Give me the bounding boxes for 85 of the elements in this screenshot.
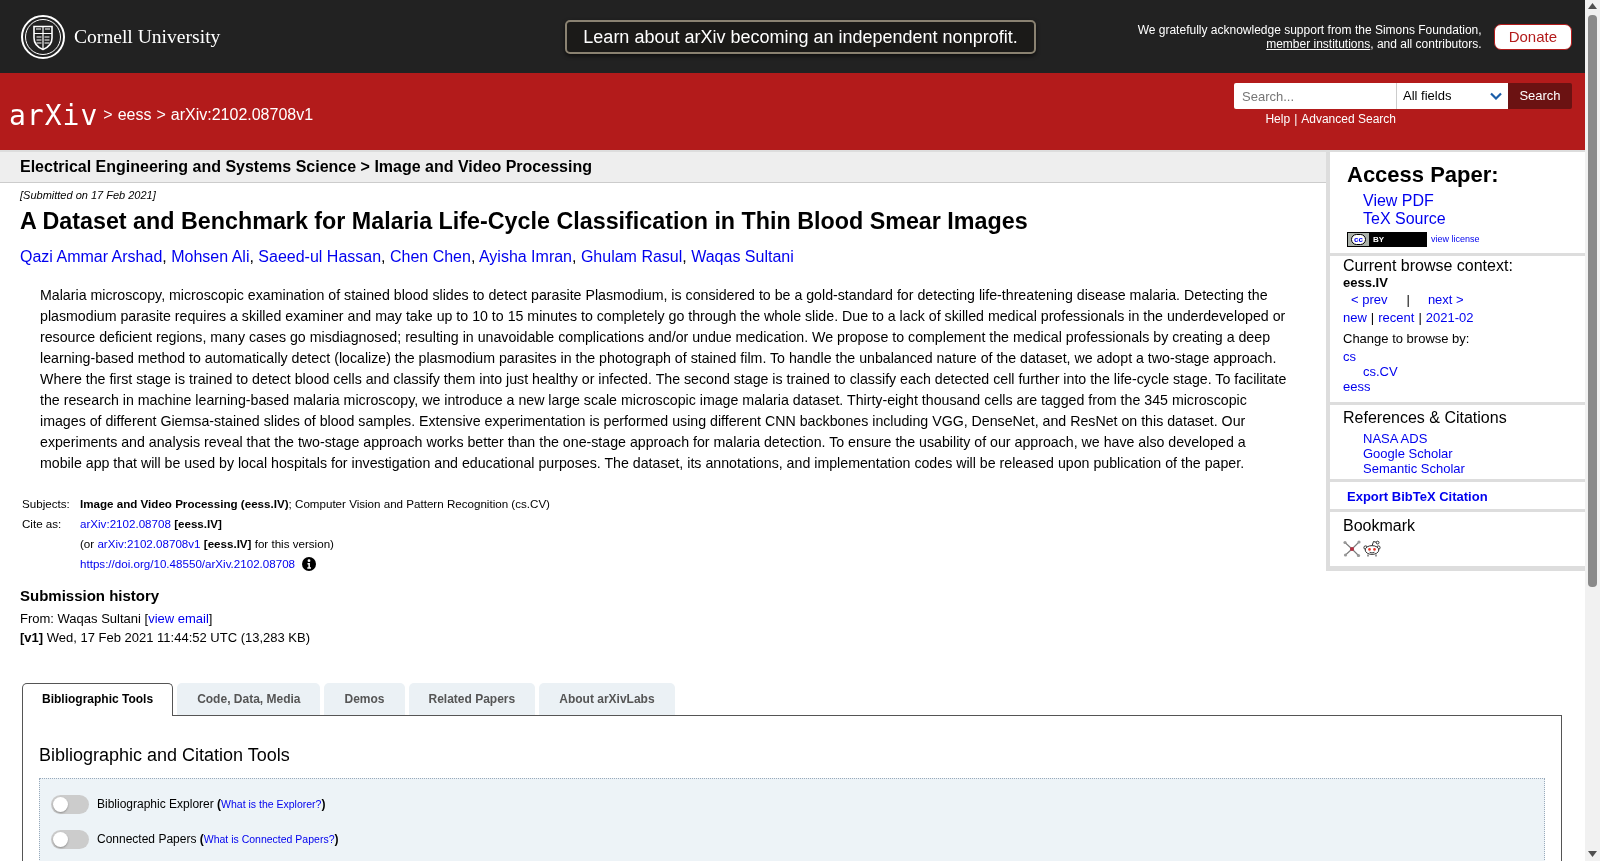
panel-heading: Bibliographic and Citation Tools	[39, 744, 290, 766]
citation-line: (or arXiv:2102.08708v1 [eess.IV] for this version)	[80, 536, 334, 552]
author-link[interactable]: Ghulam Rasul	[580, 248, 683, 265]
explainer-link[interactable]: What is Connected Papers?	[203, 833, 335, 845]
version-entry: [v1] Wed, 17 Feb 2021 11:44:52 UTC (13,283 KB)	[20, 629, 311, 647]
link-separator: |	[1406, 292, 1410, 307]
submission-date: [Submitted on 17 Feb 2021]	[20, 189, 156, 202]
category-path: Electrical Engineering and Systems Science > Image and Video Processing	[0, 152, 1326, 183]
reference-link[interactable]: NASA ADS	[1363, 431, 1428, 446]
subjects-value: Image and Video Processing (eess.IV); Computer Vision and Pattern Recognition (cs.CV)	[79, 496, 551, 512]
reference-link[interactable]: Google Scholar	[1363, 446, 1453, 461]
site-logo[interactable]: arXiv	[9, 96, 99, 135]
panel-heading: Bookmark	[1343, 517, 1416, 536]
sender-line: From: Waqas Sultani [view email]	[20, 610, 213, 628]
citation-link[interactable]: arXiv:2102.08708v1	[97, 537, 201, 550]
next-link[interactable]: next >	[1427, 292, 1464, 307]
tool-label: Connected Papers (What is Connected Papers?)	[97, 832, 339, 847]
section-heading: Submission history	[20, 587, 160, 605]
search-help-link[interactable]: Help	[1265, 112, 1291, 126]
link-separator: |	[1418, 310, 1422, 325]
search-field[interactable]: Search...	[1234, 83, 1396, 109]
toggle-switch[interactable]	[51, 795, 89, 814]
alien-face-icon[interactable]	[1363, 540, 1381, 558]
download-link[interactable]: TeX Source	[1363, 210, 1446, 228]
paper-title: A Dataset and Benchmark for Malaria Life-Cycle Classification in Thin Blood Smear Images	[20, 207, 1028, 235]
author-link[interactable]: Ayisha Imran	[478, 248, 572, 265]
tab[interactable]: Bibliographic Tools	[22, 683, 174, 716]
scrollbar-thumb[interactable]	[1588, 15, 1597, 587]
breadcrumb-current: arXiv:2102.08708v1	[170, 105, 314, 126]
info-icon[interactable]	[302, 557, 317, 571]
tab[interactable]: Demos	[324, 683, 405, 715]
tool-label: Bibliographic Explorer (What is the Explorer?)	[97, 797, 326, 812]
listing-link[interactable]: 2021-02	[1425, 310, 1474, 325]
license-link[interactable]: view license	[1431, 233, 1480, 246]
citation-link[interactable]: arXiv:2102.08708	[80, 517, 171, 530]
category-link[interactable]: cs.CV	[1363, 364, 1398, 379]
category-link[interactable]: eess	[1343, 379, 1371, 394]
tab[interactable]: About arXivLabs	[539, 683, 675, 715]
email-link[interactable]: view email	[148, 611, 209, 626]
link-separator: |	[1294, 112, 1298, 126]
arrow-up-icon[interactable]	[1588, 3, 1597, 9]
field-label: Cite as:	[21, 516, 63, 532]
listing-link[interactable]: new	[1343, 310, 1367, 325]
breadcrumb-link[interactable]: eess	[117, 105, 152, 126]
panel-heading: Access Paper:	[1347, 162, 1499, 188]
link-separator: |	[1370, 310, 1375, 325]
author-link[interactable]: Chen Chen	[389, 248, 471, 265]
toggle-switch[interactable]	[51, 830, 89, 849]
tab[interactable]: Related Papers	[408, 683, 536, 715]
search-help-link[interactable]: Advanced Search	[1301, 112, 1396, 126]
announcement-banner[interactable]: Learn about arXiv becoming an independent nonprofit.	[565, 19, 1036, 54]
author-link[interactable]: Waqas Sultani	[691, 248, 794, 265]
author-link[interactable]: Saeed-ul Hassan	[258, 248, 382, 265]
export-link[interactable]: Export BibTeX Citation	[1347, 489, 1488, 504]
breadcrumb-separator: >	[156, 105, 166, 126]
field-label: Subjects:	[21, 496, 71, 512]
scrollbar[interactable]	[1585, 0, 1600, 861]
author-link[interactable]: Mohsen Ali	[171, 248, 250, 265]
breadcrumb-separator: >	[103, 105, 113, 126]
category-link[interactable]: cs	[1343, 349, 1356, 364]
prev-link[interactable]: < prev	[1351, 292, 1388, 307]
download-link[interactable]: View PDF	[1363, 192, 1434, 210]
field-select[interactable]: All fields	[1396, 83, 1508, 109]
browse-label: Change to browse by:	[1343, 330, 1470, 348]
browse-context: eess.IV	[1343, 274, 1388, 291]
reference-link[interactable]: Semantic Scholar	[1363, 461, 1465, 476]
shield-seal-icon[interactable]	[21, 14, 65, 59]
panel-heading: References & Citations	[1343, 409, 1507, 427]
abstract-text: Malaria microscopy, microscopic examination of stained blood slides to detect parasite Plasmodium, is considered to be a gold-standard for detecting life-threatening disease malaria. Detecting the plasmodium parasite requires a skilled examiner and may take up to 10 to 15 minutes to completely go through the whole slide. Due to a lack of skilled medical professionals in the underdeveloped or resource deficient regions, many cases go misdiagnosed; resulting in unavoidable complications and/or undue medication. We propose to complement the medical professionals by creating a deep learning-based method to automatically detect (localize) the plasmodium parasites in the photograph of stained film. To handle the unbalanced nature of the dataset, we adopt a two-stage approach. Where the first stage is trained to detect blood cells and classify them into just healthy or infected. The second stage is trained to classify each detected cell further into the life-cycle stage. To facilitate the research in machine learning-based malaria microscopy, we introduce a new large scale microscopic image malaria dataset. Thirty-eight thousand cells are tagged from the 345 microscopic images of different Giemsa-stained slides of blood samples. Extensive experimentation is performed using different CNN backbones including VGG, DenseNet, and ResNet on this dataset. Our experiments and analysis reveal that the two-stage approach works better than the one-stage approach for malaria detection. To ensure the usability of our approach, we have also developed a mobile app that will be used by local hospitals for investigation and educational purposes. The dataset, its annotations, and implementation codes will be released upon publication of the paper.	[40, 286, 1288, 473]
donate-button[interactable]: Donate	[1493, 23, 1572, 50]
search-button[interactable]: Search	[1508, 83, 1572, 109]
explainer-link[interactable]: What is the Explorer?	[221, 798, 322, 810]
nodes-icon[interactable]	[1343, 540, 1361, 558]
doi-link[interactable]: https://doi.org/10.48550/arXiv.2102.08708	[80, 554, 296, 574]
arrow-down-icon[interactable]	[1588, 851, 1597, 857]
acknowledgment-text: We gratefully acknowledge support from the Simons Foundation, member institutions, and all contributors.	[1136, 22, 1482, 51]
author-list: Qazi Ammar Arshad, Mohsen Ali, Saeed-ul Hassan, Chen Chen, Ayisha Imran, Ghulam Rasul, Waqas Sultani	[20, 247, 794, 267]
panel-heading: Current browse context:	[1343, 257, 1513, 274]
university-name[interactable]: Cornell University	[74, 23, 221, 50]
license-badge[interactable]: cc BY	[1347, 232, 1427, 247]
author-link[interactable]: Qazi Ammar Arshad	[20, 248, 163, 265]
chevron-down-icon	[1490, 92, 1502, 100]
citation-line: arXiv:2102.08708 [eess.IV]	[80, 516, 222, 532]
listing-link[interactable]: recent	[1378, 310, 1415, 325]
tab[interactable]: Code, Data, Media	[177, 683, 321, 715]
